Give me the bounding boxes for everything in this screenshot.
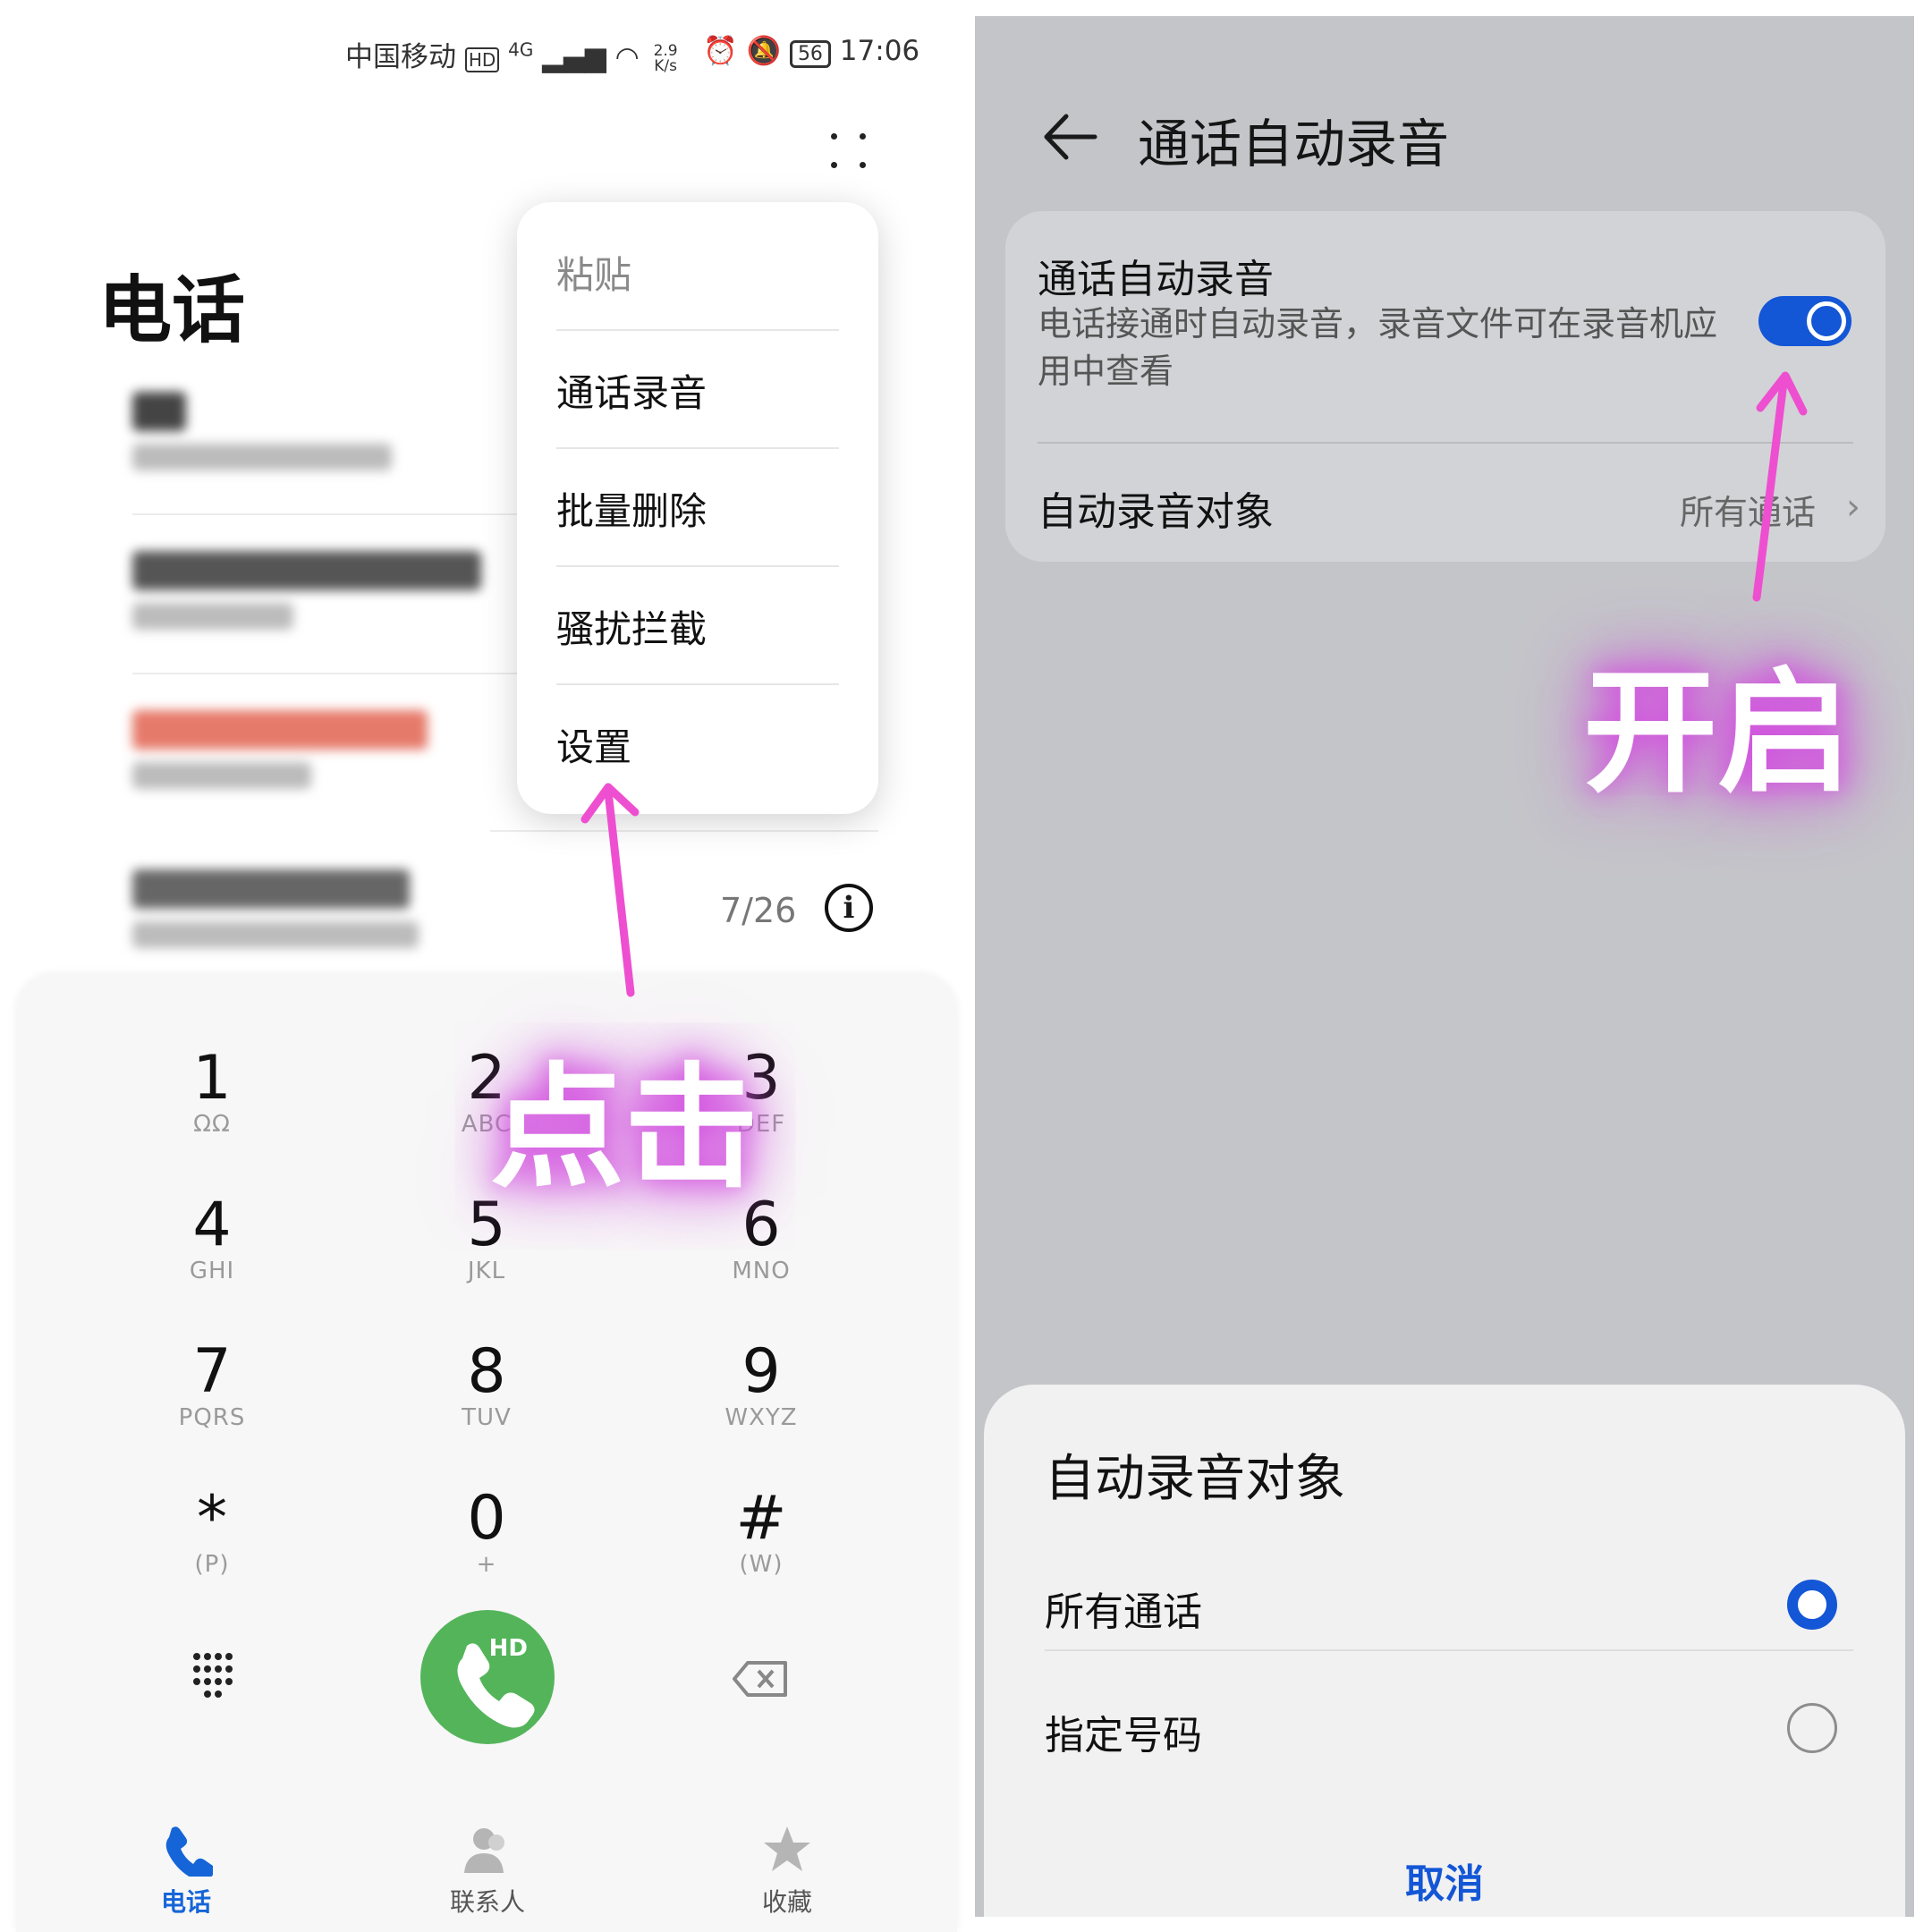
call-date: 7/26 [720,891,797,930]
dial-key-digit: 9 [741,1336,781,1407]
menu-item-block[interactable]: 骚扰拦截 [556,599,839,654]
option-all-calls[interactable]: 所有通话 [1045,1580,1202,1637]
back-arrow-icon[interactable] [1039,106,1102,168]
menu-item-call-recording[interactable]: 通话录音 [556,363,839,418]
dial-key-letters: TUV [462,1404,512,1431]
dial-key-8[interactable]: 8 TUV [397,1336,576,1432]
backspace-icon[interactable] [732,1660,789,1698]
call-log-item[interactable] [132,551,481,630]
call-log-item[interactable] [132,869,419,948]
annotation-arrow-icon [1752,371,1808,602]
menu-item-batch-delete[interactable]: 批量删除 [556,481,839,536]
dial-key-7[interactable]: 7 PQRS [123,1336,301,1432]
toggle-knob [1807,301,1846,341]
net-speed-unit: K/s [654,56,677,75]
dial-key-4[interactable]: 4 GHI [123,1190,301,1285]
divider [132,673,517,674]
voicemail-icon: ΩΩ [193,1111,231,1138]
dial-key-letters: WXYZ [724,1404,798,1431]
dial-key-0[interactable]: 0 + [397,1483,576,1579]
contacts-icon [464,1828,504,1873]
chevron-right-icon[interactable]: › [1846,487,1860,528]
dial-key-letters: (W) [739,1551,784,1578]
network-type: 4G [508,38,534,61]
record-target-label[interactable]: 自动录音对象 [1038,479,1274,537]
dialpad-toggle-icon[interactable] [190,1651,234,1705]
radio-all-calls[interactable] [1787,1580,1837,1630]
status-bar-right: ⏰ 🔕 56 17:06 [703,34,919,68]
tab-phone[interactable]: 电话 [97,1823,275,1919]
more-options-icon[interactable] [827,130,872,174]
tab-label: 联系人 [449,1887,525,1917]
menu-divider [556,329,839,331]
dial-key-letters: GHI [189,1258,235,1284]
wifi-icon: ◠ [614,41,640,73]
dial-key-digit: 7 [192,1336,232,1407]
dial-key-digit: 4 [192,1190,232,1260]
tab-favorites[interactable]: 收藏 [698,1823,877,1919]
hd-badge-icon: HD [464,47,500,72]
setting-title: 通话自动录音 [1038,257,1274,302]
dialer-screen: 中国移动 HD 4G ▂▄▆ ◠ 2.9 K/s ⏰ 🔕 56 17:06 电话 [0,0,966,1932]
dial-key-letters: MNO [732,1258,791,1284]
dial-key-9[interactable]: 9 WXYZ [672,1336,851,1432]
dial-key-digit: * [197,1483,227,1554]
overflow-menu: 粘贴 通话录音 批量删除 骚扰拦截 设置 [517,202,878,814]
tab-label: 收藏 [761,1887,812,1917]
info-icon[interactable]: i [825,884,873,932]
menu-divider [556,565,839,567]
phone-icon [457,1643,535,1728]
divider [1038,442,1853,444]
hd-call-badge: HD [488,1635,528,1662]
annotation-arrow-icon [580,783,640,997]
dial-key-letters: PQRS [178,1404,246,1431]
dial-key-star[interactable]: * (P) [123,1483,301,1579]
dial-key-digit: 8 [467,1336,506,1407]
auto-record-settings-screen: 通话自动录音 通话自动录音 电话接通时自动录音，录音文件可在录音机应用中查看 自… [975,16,1914,1917]
mute-icon: 🔕 [746,35,782,67]
option-specific-numbers[interactable]: 指定号码 [1045,1703,1202,1760]
dial-key-hash[interactable]: # (W) [672,1483,851,1579]
status-bar-left: 中国移动 HD 4G ▂▄▆ ◠ 2.9 K/s [345,34,678,74]
signal-icon: ▂▄▆ [542,41,606,73]
dial-key-digit: 1 [192,1043,232,1114]
radio-specific-numbers[interactable] [1787,1703,1837,1753]
dial-key-letters: JKL [467,1258,506,1284]
annotation-click: 点击 [490,1051,759,1207]
bottom-sheet: 自动录音对象 所有通话 指定号码 取消 [984,1385,1905,1917]
phone-icon [165,1826,216,1882]
alarm-icon: ⏰ [703,35,738,67]
page-title: 电话 [98,268,246,353]
call-button[interactable]: HD [420,1610,555,1744]
battery-icon: 56 [789,40,831,68]
divider [132,513,517,515]
auto-record-toggle[interactable] [1758,296,1852,346]
tab-label: 电话 [160,1887,211,1917]
call-log-item[interactable] [132,710,428,789]
carrier-label: 中国移动 [345,41,456,73]
net-speed: 2.9 K/s [654,43,678,75]
dial-key-letters: (P) [194,1551,230,1578]
divider [1045,1649,1853,1651]
dial-key-1[interactable]: 1 ΩΩ [123,1043,301,1139]
cancel-button[interactable]: 取消 [984,1852,1905,1909]
menu-divider [556,683,839,685]
clock: 17:06 [839,35,920,67]
call-log-item[interactable] [132,392,392,470]
menu-item-paste[interactable]: 粘贴 [556,245,839,300]
dial-key-letters: + [476,1551,497,1578]
dial-key-digit: # [735,1483,787,1554]
star-icon [764,1826,810,1871]
setting-description: 电话接通时自动录音，录音文件可在录音机应用中查看 [1038,304,1718,391]
tab-contacts[interactable]: 联系人 [398,1823,577,1919]
menu-divider [556,447,839,449]
divider [490,830,878,832]
page-title: 通话自动录音 [1138,114,1450,174]
sheet-title: 自动录音对象 [1045,1450,1345,1508]
annotation-enable: 开启 [1583,656,1852,811]
dial-key-digit: 0 [467,1483,506,1554]
menu-item-settings[interactable]: 设置 [556,717,839,772]
